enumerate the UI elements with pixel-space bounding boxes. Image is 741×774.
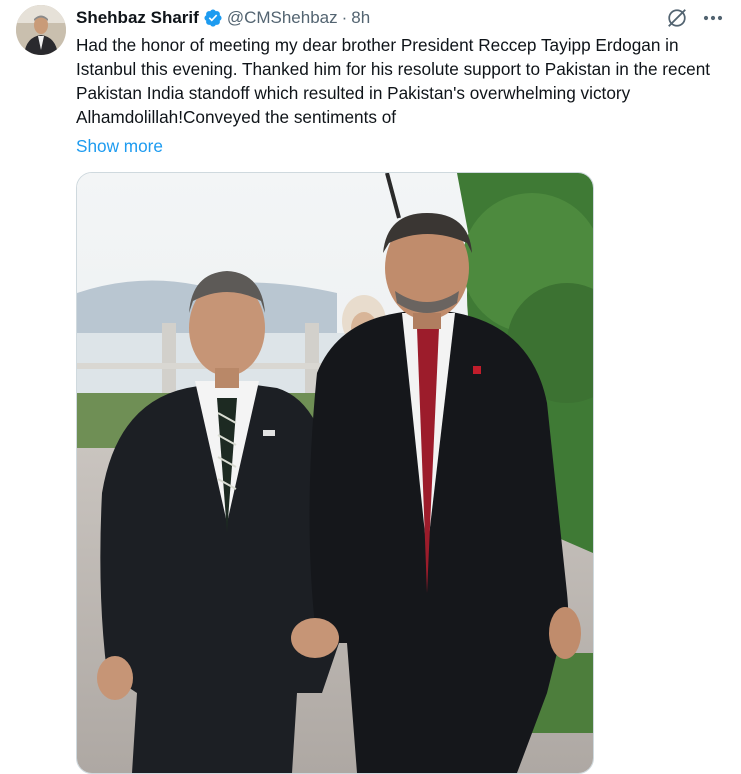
separator-dot: · [341,8,348,27]
grok-icon[interactable] [666,7,688,29]
author-handle[interactable]: @CMShehbaz [227,8,338,28]
verified-badge-icon [203,8,223,28]
author-avatar[interactable] [16,5,66,55]
tweet-photo[interactable] [76,172,594,774]
more-options-icon[interactable] [700,7,726,29]
tweet-timestamp[interactable]: 8h [351,8,370,28]
tweet-text: Had the honor of meeting my dear brother… [76,35,711,127]
show-more-link[interactable]: Show more [76,134,163,158]
tweet-header: Shehbaz Sharif @CMShehbaz · 8h [76,6,370,30]
author-name[interactable]: Shehbaz Sharif [76,8,199,28]
